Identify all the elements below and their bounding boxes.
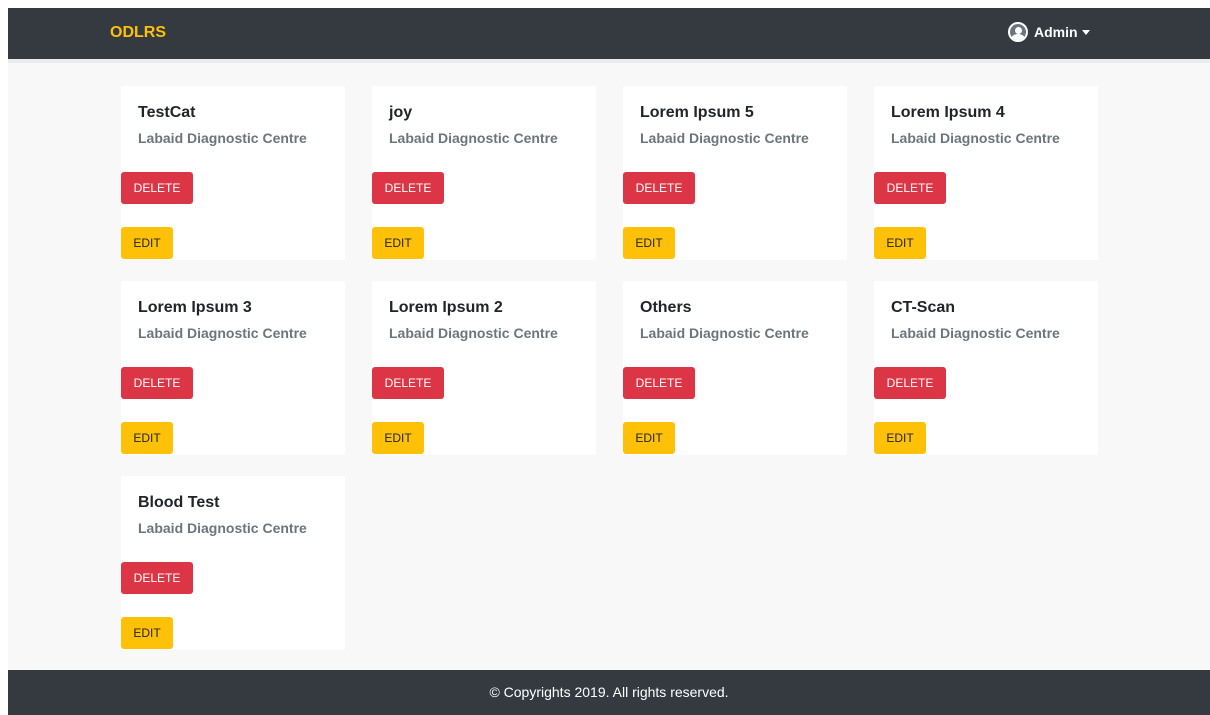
card-title: joy: [389, 104, 413, 121]
category-card: Lorem Ipsum 5 Labaid Diagnostic Centre D…: [623, 86, 847, 260]
card-subtitle: Labaid Diagnostic Centre: [891, 325, 1060, 341]
card-title: Blood Test: [138, 494, 220, 511]
category-card: Blood Test Labaid Diagnostic Centre DELE…: [121, 476, 345, 650]
card-subtitle: Labaid Diagnostic Centre: [138, 520, 307, 536]
footer: © Copyrights 2019. All rights reserved.: [8, 670, 1210, 715]
card-title: Lorem Ipsum 5: [640, 104, 754, 121]
category-card: Lorem Ipsum 3 Labaid Diagnostic Centre D…: [121, 281, 345, 455]
card-subtitle: Labaid Diagnostic Centre: [138, 130, 307, 146]
category-card: Others Labaid Diagnostic Centre DELETE E…: [623, 281, 847, 455]
delete-button[interactable]: DELETE: [874, 172, 946, 204]
card-subtitle: Labaid Diagnostic Centre: [891, 130, 1060, 146]
edit-button[interactable]: EDIT: [874, 227, 926, 259]
card-title: Lorem Ipsum 4: [891, 104, 1005, 121]
caret-down-icon: [1081, 29, 1090, 35]
delete-button[interactable]: DELETE: [121, 562, 193, 594]
category-card: TestCat Labaid Diagnostic Centre DELETE …: [121, 86, 345, 260]
edit-button[interactable]: EDIT: [121, 617, 173, 649]
edit-button[interactable]: EDIT: [121, 422, 173, 454]
category-card: joy Labaid Diagnostic Centre DELETE EDIT: [372, 86, 596, 260]
card-subtitle: Labaid Diagnostic Centre: [640, 325, 809, 341]
edit-button[interactable]: EDIT: [372, 227, 424, 259]
category-card: Lorem Ipsum 4 Labaid Diagnostic Centre D…: [874, 86, 1098, 260]
navbar: ODLRS Admin: [8, 8, 1210, 63]
category-card: Lorem Ipsum 2 Labaid Diagnostic Centre D…: [372, 281, 596, 455]
card-title: CT-Scan: [891, 299, 956, 316]
user-circle-icon: [1008, 22, 1028, 42]
category-card: CT-Scan Labaid Diagnostic Centre DELETE …: [874, 281, 1098, 455]
card-subtitle: Labaid Diagnostic Centre: [640, 130, 809, 146]
delete-button[interactable]: DELETE: [623, 367, 695, 399]
page-frame: ODLRS Admin TestCat Labaid Diagnostic Ce…: [8, 8, 1210, 715]
card-subtitle: Labaid Diagnostic Centre: [389, 325, 558, 341]
card-subtitle: Labaid Diagnostic Centre: [138, 325, 307, 341]
card-title: Lorem Ipsum 3: [138, 299, 252, 316]
edit-button[interactable]: EDIT: [372, 422, 424, 454]
user-label: Admin: [1034, 24, 1078, 40]
delete-button[interactable]: DELETE: [121, 367, 193, 399]
card-subtitle: Labaid Diagnostic Centre: [389, 130, 558, 146]
footer-copyright: © Copyrights 2019. All rights reserved.: [489, 684, 729, 700]
user-menu[interactable]: Admin: [1008, 22, 1090, 42]
card-title: TestCat: [138, 104, 196, 121]
card-title: Others: [640, 299, 692, 316]
delete-button[interactable]: DELETE: [372, 172, 444, 204]
edit-button[interactable]: EDIT: [623, 227, 675, 259]
delete-button[interactable]: DELETE: [121, 172, 193, 204]
edit-button[interactable]: EDIT: [623, 422, 675, 454]
edit-button[interactable]: EDIT: [121, 227, 173, 259]
delete-button[interactable]: DELETE: [623, 172, 695, 204]
delete-button[interactable]: DELETE: [874, 367, 946, 399]
delete-button[interactable]: DELETE: [372, 367, 444, 399]
brand-logo[interactable]: ODLRS: [110, 24, 166, 42]
card-title: Lorem Ipsum 2: [389, 299, 503, 316]
edit-button[interactable]: EDIT: [874, 422, 926, 454]
